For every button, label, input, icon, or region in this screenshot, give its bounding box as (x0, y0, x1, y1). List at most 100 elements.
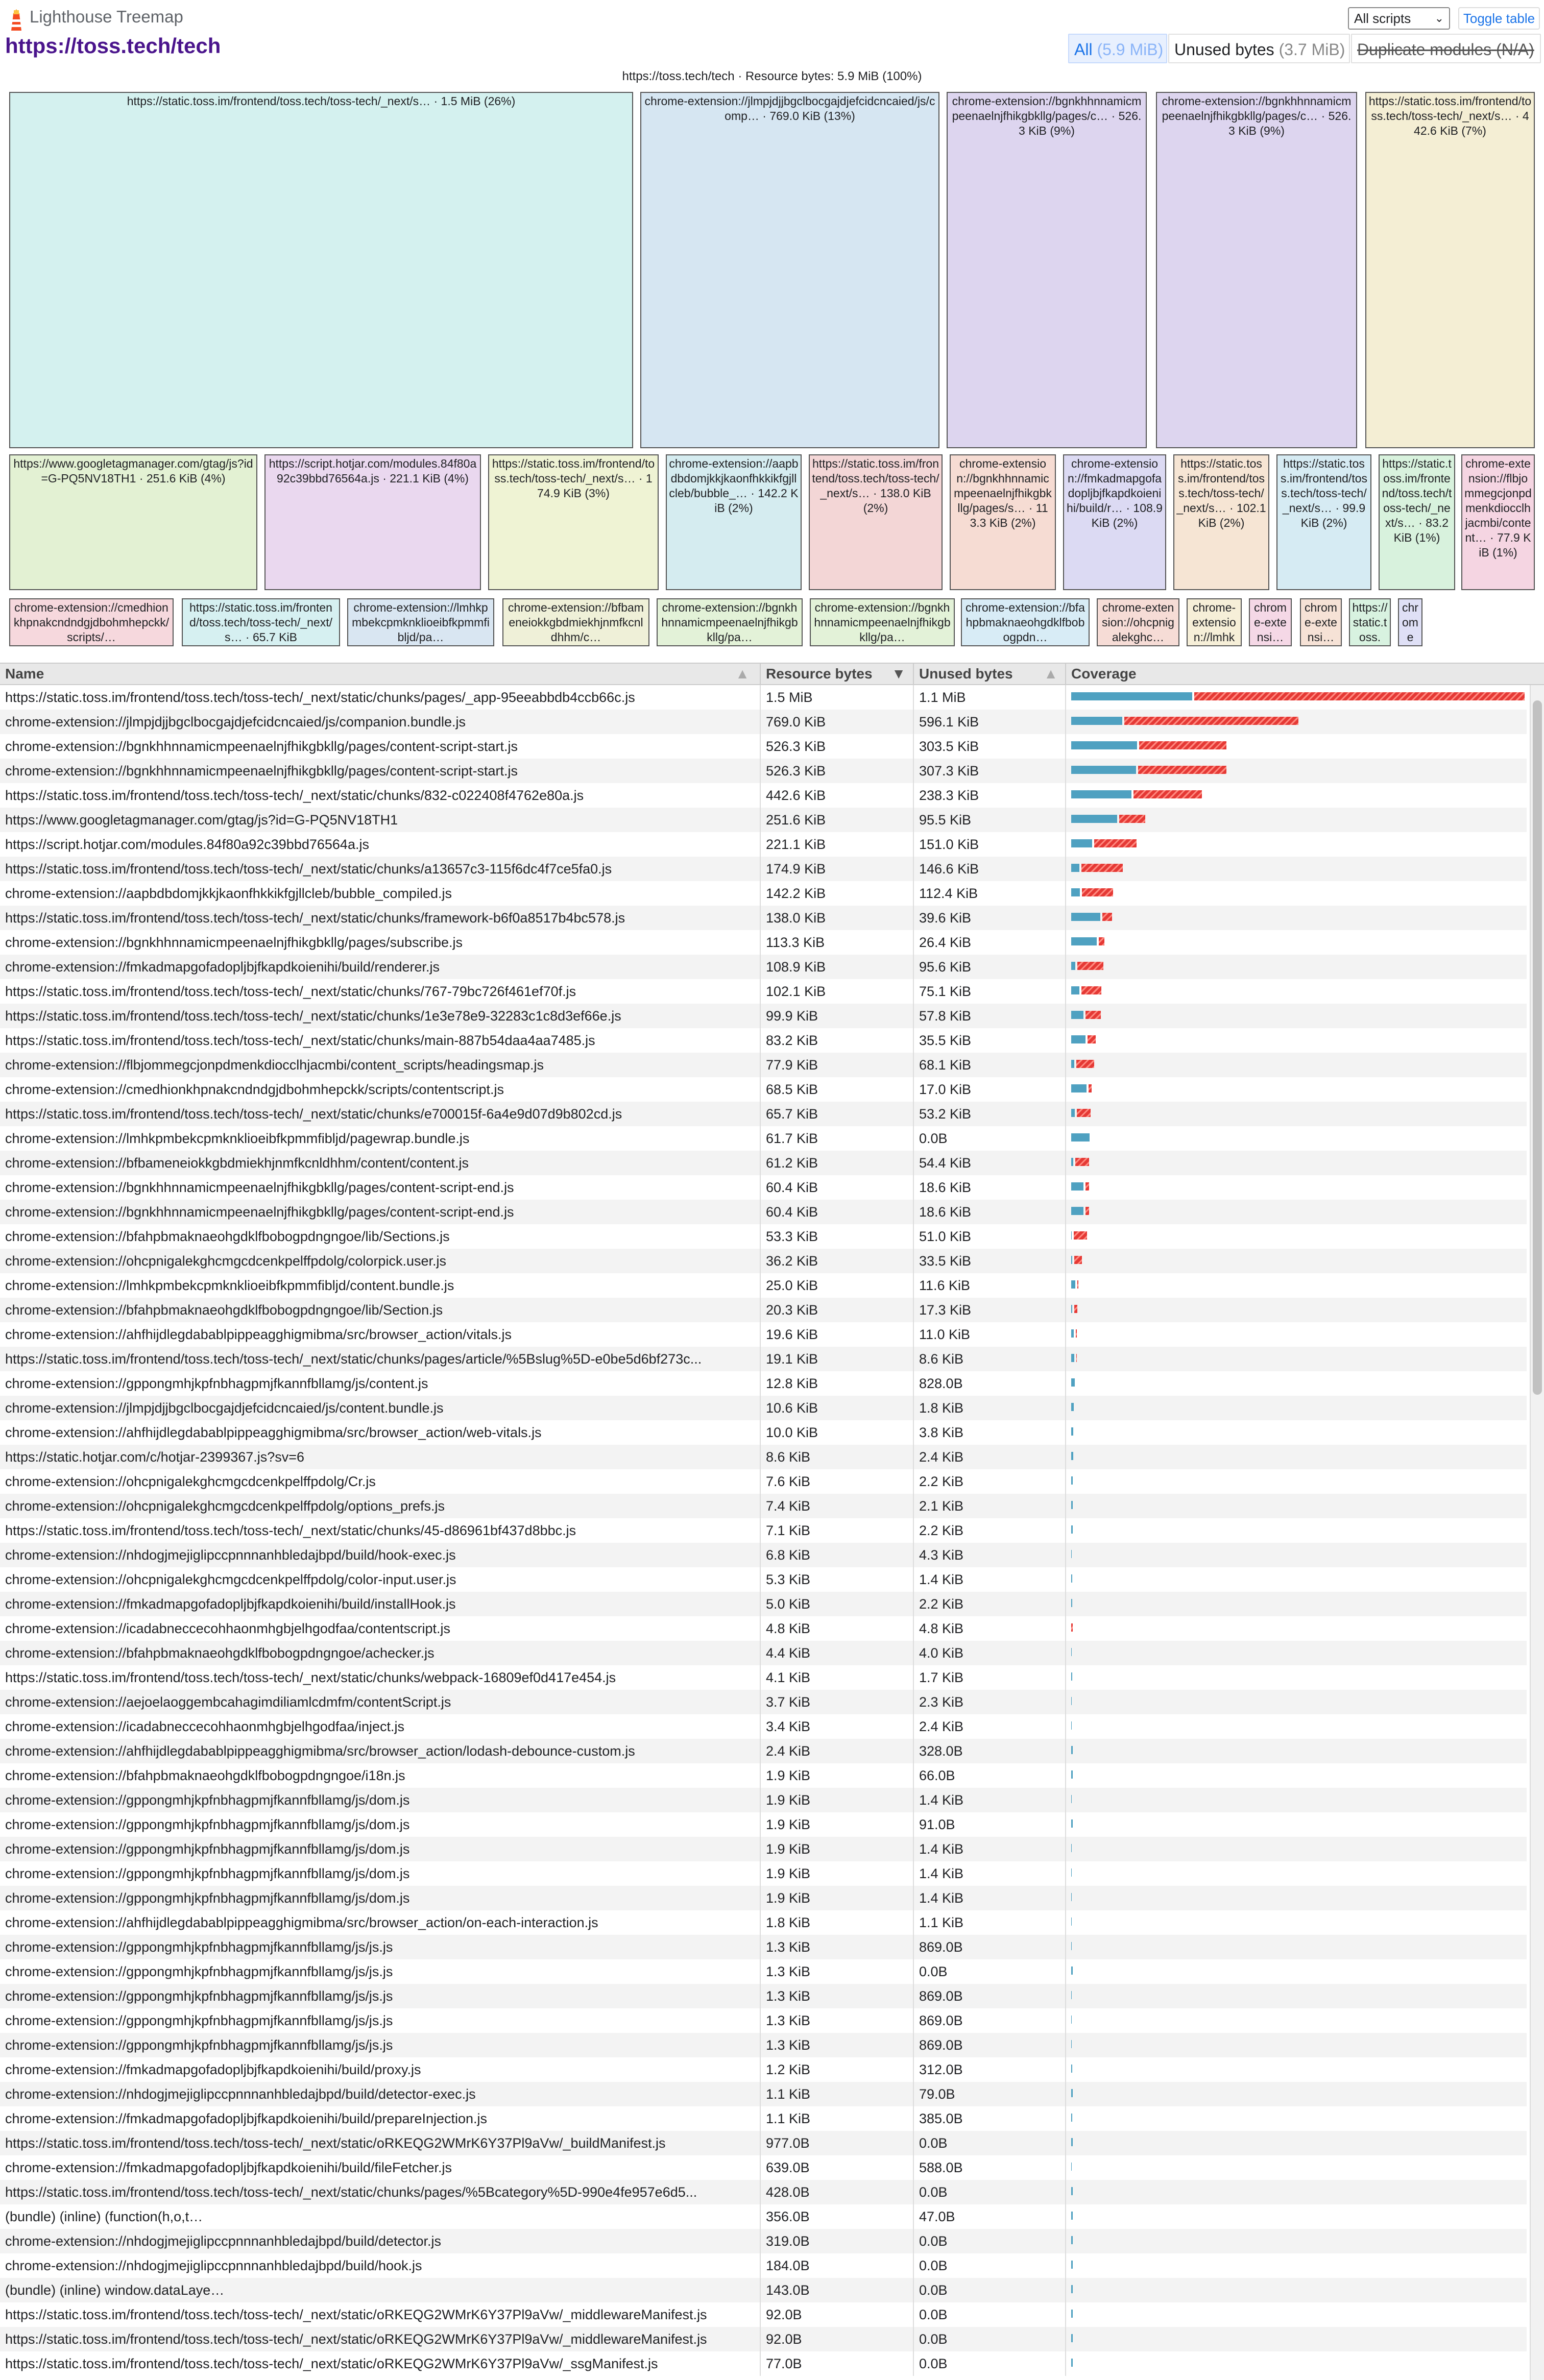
treemap-node[interactable]: chrome-extension://cmedhionkhpnakcndndgj… (9, 598, 174, 646)
table-row[interactable]: (bundle) (inline) window.dataLaye… 143.0B… (0, 2278, 1527, 2302)
treemap-node[interactable]: https://static.toss.im/frontend/toss.tec… (809, 454, 943, 590)
table-row[interactable]: chrome-extension://gppongmhjkpfnbhagpmjf… (0, 1984, 1527, 2008)
treemap-node[interactable]: chrome-extension://jlmpjdjjbgclbocgajdje… (640, 92, 939, 448)
table-row[interactable]: chrome-extension://fmkadmapgofadopljbjfk… (0, 2057, 1527, 2082)
table-row[interactable]: chrome-extension://cmedhionkhpnakcndndgj… (0, 1077, 1527, 1102)
treemap-node[interactable]: https://static.toss.im/frontend/toss.tec… (1365, 92, 1535, 448)
table-row[interactable]: chrome-extension://bgnkhhnnamicmpeenaeln… (0, 734, 1527, 759)
table-row[interactable]: chrome-extension://gppongmhjkpfnbhagpmjf… (0, 2008, 1527, 2033)
treemap-node[interactable]: chrome-extension://bgnkhhnnamicmpeenaeln… (810, 598, 955, 646)
column-header-unused-bytes[interactable]: Unused bytes ▲ (914, 664, 1066, 684)
table-row[interactable]: chrome-extension://ahfhijdlegdabablpippe… (0, 1322, 1527, 1347)
table-row[interactable]: https://static.toss.im/frontend/toss.tec… (0, 857, 1527, 881)
table-row[interactable]: https://static.toss.im/frontend/toss.tec… (0, 1347, 1527, 1371)
scrollbar-thumb[interactable] (1533, 700, 1542, 1395)
bundle-select[interactable]: All scripts ⌄ (1348, 7, 1450, 30)
table-row[interactable]: https://static.hotjar.com/c/hotjar-23993… (0, 1445, 1527, 1469)
treemap-node[interactable]: chrome-extension://bfahpbmaknaeohgdklfbo… (961, 598, 1090, 646)
table-row[interactable]: chrome-extension://ohcpnigalekghcmgcdcen… (0, 1249, 1527, 1273)
treemap-node[interactable]: https://static.toss.im/frontend/toss.tec… (1379, 454, 1455, 590)
table-row[interactable]: https://script.hotjar.com/modules.84f80a… (0, 832, 1527, 857)
table-row[interactable]: chrome-extension://ahfhijdlegdabablpippe… (0, 1420, 1527, 1445)
view-all-button[interactable]: All (5.9 MiB) (1068, 34, 1167, 63)
table-row[interactable]: chrome-extension://gppongmhjkpfnbhagpmjf… (0, 1371, 1527, 1396)
treemap-node[interactable]: chrome-… (1398, 598, 1422, 646)
table-row[interactable]: chrome-extension://lmhkpmbekcpmknklioeib… (0, 1273, 1527, 1298)
table-row[interactable]: chrome-extension://gppongmhjkpfnbhagpmjf… (0, 1788, 1527, 1812)
treemap-node[interactable]: chrome-extensi… (1249, 598, 1292, 646)
table-row[interactable]: chrome-extension://bgnkhhnnamicmpeenaeln… (0, 930, 1527, 955)
treemap-node[interactable]: chrome-extension://lmhkpmbekcpmknklioeib… (347, 598, 494, 646)
table-row[interactable]: chrome-extension://flbjommegcjonpdmenkdi… (0, 1053, 1527, 1077)
table-row[interactable]: chrome-extension://bgnkhhnnamicmpeenaeln… (0, 1200, 1527, 1224)
table-row[interactable]: chrome-extension://gppongmhjkpfnbhagpmjf… (0, 1861, 1527, 1886)
table-row[interactable]: chrome-extension://ohcpnigalekghcmgcdcen… (0, 1469, 1527, 1494)
table-row[interactable]: chrome-extension://bfbameneiokkgbdmiekhj… (0, 1151, 1527, 1175)
table-row[interactable]: https://static.toss.im/frontend/toss.tec… (0, 685, 1527, 710)
treemap-node[interactable]: https://www.googletagmanager.com/gtag/js… (9, 454, 257, 590)
table-row[interactable]: https://static.toss.im/frontend/toss.tec… (0, 1028, 1527, 1053)
table-row[interactable]: chrome-extension://ahfhijdlegdabablpippe… (0, 1739, 1527, 1763)
table-row[interactable]: https://static.toss.im/frontend/toss.tec… (0, 1518, 1527, 1543)
table-row[interactable]: https://static.toss.im/frontend/toss.tec… (0, 2327, 1527, 2351)
table-row[interactable]: https://static.toss.im/frontend/toss.tec… (0, 1102, 1527, 1126)
view-duplicate-modules-button[interactable]: Duplicate modules (N/A) (1351, 34, 1541, 63)
table-row[interactable]: chrome-extension://bfahpbmaknaeohgdklfbo… (0, 1641, 1527, 1665)
treemap-node[interactable]: chrome-extension://bfbameneiokkgbdmiekhj… (502, 598, 649, 646)
treemap-node[interactable]: chrome-extension://flbjommegcjonpdmenkdi… (1461, 454, 1535, 590)
table-row[interactable]: chrome-extension://gppongmhjkpfnbhagpmjf… (0, 1959, 1527, 1984)
table-row[interactable]: https://static.toss.im/frontend/toss.tec… (0, 1004, 1527, 1028)
treemap-node[interactable]: https://static.toss.im/frontend/toss.tec… (1173, 454, 1269, 590)
table-row[interactable]: chrome-extension://jlmpjdjjbgclbocgajdje… (0, 710, 1527, 734)
treemap-node[interactable]: https://script.hotjar.com/modules.84f80a… (264, 454, 481, 590)
table-row[interactable]: chrome-extension://aapbdbdomjkkjkaonfhkk… (0, 881, 1527, 906)
treemap-node[interactable]: chrome-extension://lmhkp… (1187, 598, 1242, 646)
table-row[interactable]: chrome-extension://fmkadmapgofadopljbjfk… (0, 1592, 1527, 1616)
table-row[interactable]: chrome-extension://bfahpbmaknaeohgdklfbo… (0, 1224, 1527, 1249)
table-row[interactable]: https://static.toss.im/frontend/toss.tec… (0, 2180, 1527, 2204)
table-row[interactable]: chrome-extension://nhdogjmejiglipccpnnna… (0, 2082, 1527, 2106)
table-row[interactable]: https://static.toss.im/frontend/toss.tec… (0, 2302, 1527, 2327)
treemap-node[interactable]: chrome-extension://bgnkhhnnamicmpeenaeln… (1156, 92, 1357, 448)
table-row[interactable]: chrome-extension://bfahpbmaknaeohgdklfbo… (0, 1763, 1527, 1788)
table-row[interactable]: chrome-extension://icadabneccecohhaonmhg… (0, 1714, 1527, 1739)
column-header-name[interactable]: Name ▲ (0, 664, 761, 684)
table-row[interactable]: chrome-extension://icadabneccecohhaonmhg… (0, 1616, 1527, 1641)
table-row[interactable]: chrome-extension://gppongmhjkpfnbhagpmjf… (0, 1935, 1527, 1959)
treemap-node[interactable]: https://static.toss.im/frontend/toss.tec… (488, 454, 659, 590)
treemap-node[interactable]: chrome-extensi… (1300, 598, 1342, 646)
treemap-node[interactable]: chrome-extension://bgnkhhnnamicmpeenaeln… (657, 598, 803, 646)
table-row[interactable]: https://static.toss.im/frontend/toss.tec… (0, 906, 1527, 930)
column-header-coverage[interactable]: Coverage (1066, 664, 1530, 684)
treemap-node[interactable]: chrome-extension://aapbdbdomjkkjkaonfhkk… (666, 454, 802, 590)
table-row[interactable]: chrome-extension://fmkadmapgofadopljbjfk… (0, 2106, 1527, 2131)
table-row[interactable]: https://static.toss.im/frontend/toss.tec… (0, 2351, 1527, 2376)
table-row[interactable]: https://static.toss.im/frontend/toss.tec… (0, 2131, 1527, 2155)
table-row[interactable]: chrome-extension://fmkadmapgofadopljbjfk… (0, 955, 1527, 979)
treemap-node[interactable]: chrome-extension://bgnkhhnnamicmpeenaeln… (950, 454, 1056, 590)
table-row[interactable]: https://static.toss.im/frontend/toss.tec… (0, 1665, 1527, 1690)
table-row[interactable]: chrome-extension://bgnkhhnnamicmpeenaeln… (0, 1175, 1527, 1200)
table-row[interactable]: chrome-extension://nhdogjmejiglipccpnnna… (0, 1543, 1527, 1567)
table-row[interactable]: chrome-extension://bgnkhhnnamicmpeenaeln… (0, 759, 1527, 783)
treemap-node[interactable]: https://static.toss.im/frontend/toss.tec… (1276, 454, 1371, 590)
table-row[interactable]: chrome-extension://gppongmhjkpfnbhagpmjf… (0, 1812, 1527, 1837)
view-unused-bytes-button[interactable]: Unused bytes (3.7 MiB) (1168, 34, 1350, 63)
table-row[interactable]: chrome-extension://nhdogjmejiglipccpnnna… (0, 2229, 1527, 2253)
table-row[interactable]: chrome-extension://nhdogjmejiglipccpnnna… (0, 2253, 1527, 2278)
table-row[interactable]: chrome-extension://gppongmhjkpfnbhagpmjf… (0, 2033, 1527, 2057)
table-row[interactable]: (bundle) (inline) (function(h,o,t… 356.0B… (0, 2204, 1527, 2229)
column-header-resource-bytes[interactable]: Resource bytes ▼ (761, 664, 914, 684)
treemap-node[interactable]: https://static.toss.i… (1349, 598, 1391, 646)
treemap-node[interactable]: chrome-extension://ohcpnigalekghc… (1097, 598, 1179, 646)
table-scrollbar[interactable] (1530, 685, 1544, 2380)
table-row[interactable]: chrome-extension://lmhkpmbekcpmknklioeib… (0, 1126, 1527, 1151)
table-row[interactable]: chrome-extension://fmkadmapgofadopljbjfk… (0, 2155, 1527, 2180)
table-row[interactable]: https://static.toss.im/frontend/toss.tec… (0, 979, 1527, 1004)
table-row[interactable]: chrome-extension://ohcpnigalekghcmgcdcen… (0, 1567, 1527, 1592)
table-row[interactable]: chrome-extension://gppongmhjkpfnbhagpmjf… (0, 1837, 1527, 1861)
table-row[interactable]: chrome-extension://gppongmhjkpfnbhagpmjf… (0, 1886, 1527, 1910)
table-row[interactable]: chrome-extension://bfahpbmaknaeohgdklfbo… (0, 1298, 1527, 1322)
toggle-table-button[interactable]: Toggle table (1458, 7, 1540, 30)
table-row[interactable]: chrome-extension://jlmpjdjjbgclbocgajdje… (0, 1396, 1527, 1420)
